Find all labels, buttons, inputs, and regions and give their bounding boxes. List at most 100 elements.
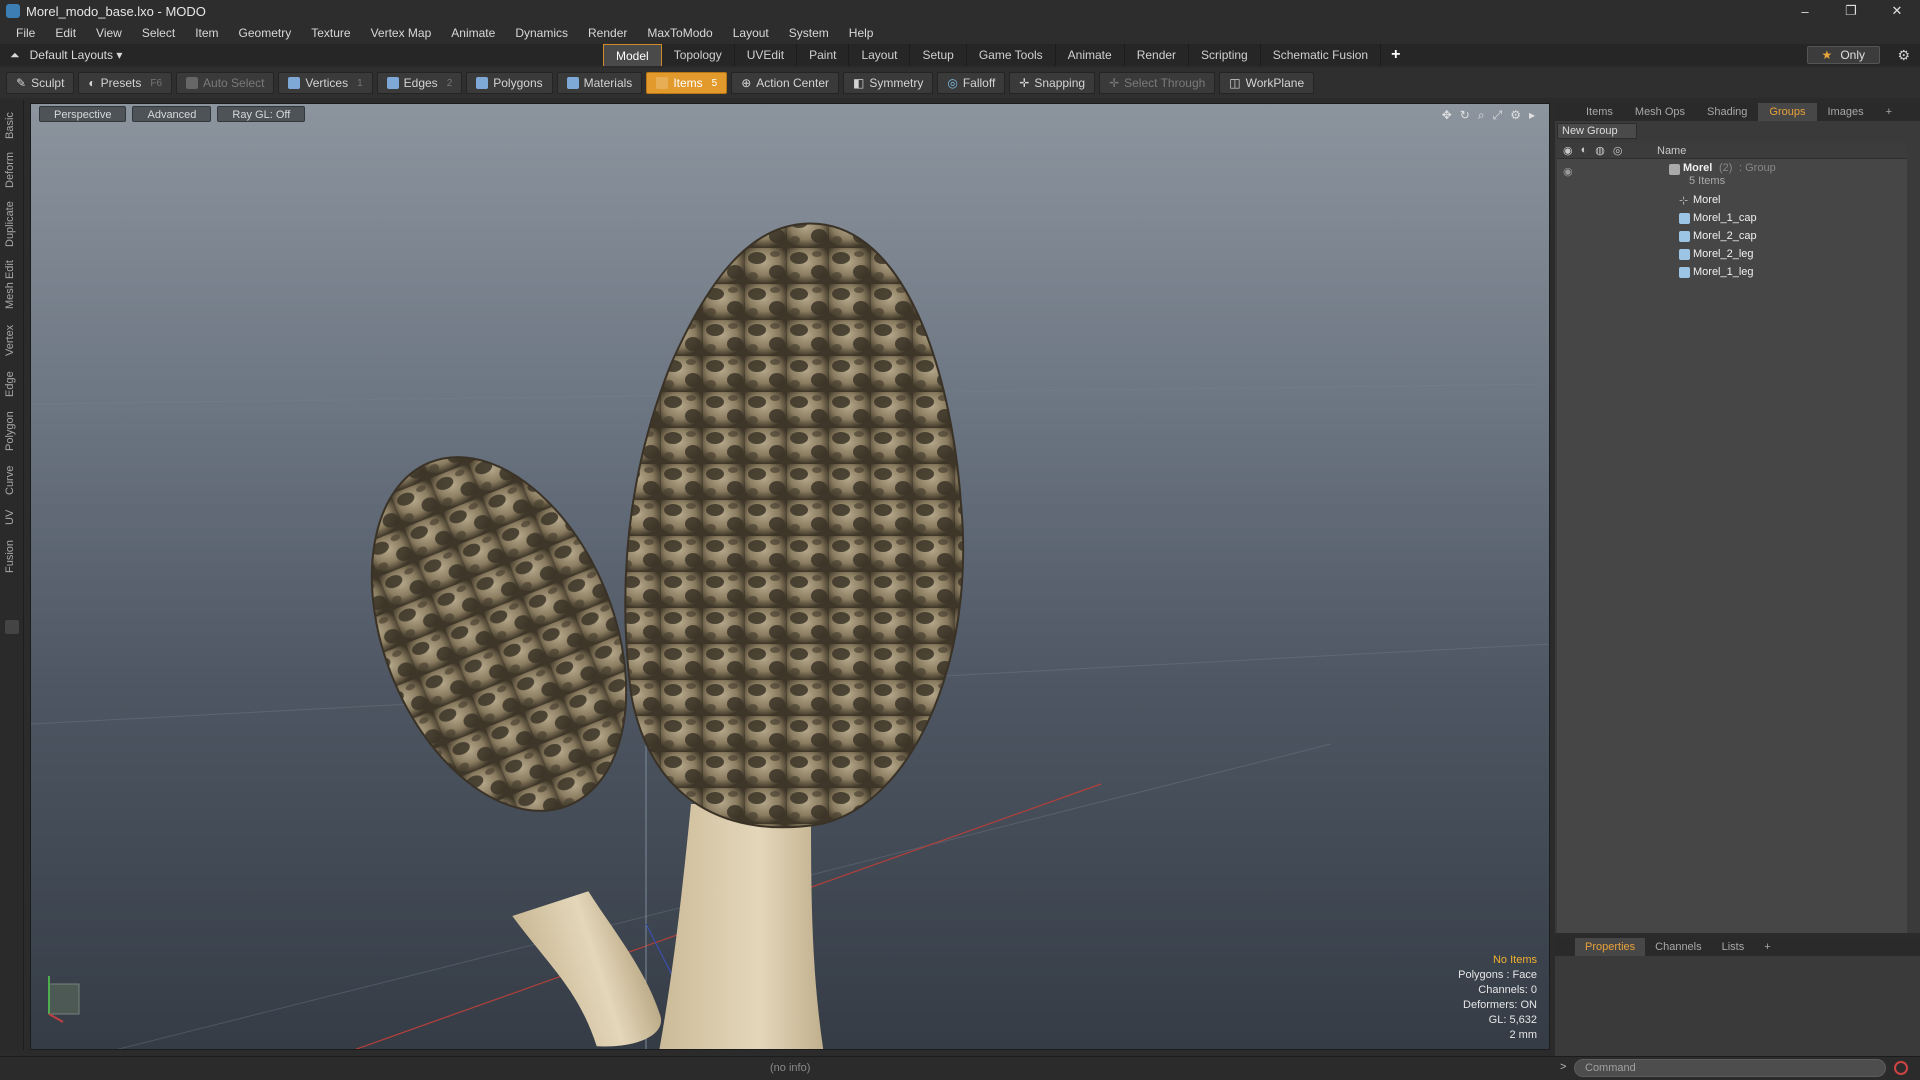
tab-shading[interactable]: Shading [1696, 103, 1758, 121]
menu-bar: File Edit View Select Item Geometry Text… [0, 22, 1920, 44]
workplane-button[interactable]: ◫ WorkPlane [1219, 72, 1315, 94]
ray-gl-toggle[interactable]: Ray GL: Off [217, 106, 306, 122]
menu-render[interactable]: Render [578, 26, 637, 40]
snapping-button[interactable]: ✛ Snapping [1009, 72, 1096, 94]
edges-button[interactable]: Edges 2 [376, 72, 463, 94]
visibility-eye-icon[interactable]: ◉ [1563, 165, 1573, 178]
add-properties-tab-button[interactable]: + [1754, 938, 1780, 956]
tab-deform[interactable]: Deform [4, 148, 20, 192]
tab-lists[interactable]: Lists [1712, 938, 1755, 956]
tab-uv[interactable]: UV [4, 504, 20, 530]
tree-item-morel-2-cap[interactable]: Morel_2_cap [1557, 227, 1907, 245]
clear-command-icon[interactable] [1894, 1061, 1908, 1075]
only-button[interactable]: ★ Only [1806, 46, 1880, 64]
render-icon[interactable]: ◐ [1581, 144, 1588, 157]
group-row-morel[interactable]: ◉ Morel (2) : Group 5 Items [1557, 161, 1907, 189]
menu-edit[interactable]: Edit [45, 26, 86, 40]
menu-system[interactable]: System [779, 26, 839, 40]
tab-duplicate[interactable]: Duplicate [4, 196, 20, 252]
tab-topology[interactable]: Topology [662, 44, 735, 66]
action-center-button[interactable]: ⊕ Action Center [731, 72, 839, 94]
menu-dynamics[interactable]: Dynamics [505, 26, 578, 40]
symmetry-button[interactable]: ◧ Symmetry [842, 72, 934, 94]
tree-item-morel-1-cap[interactable]: Morel_1_cap [1557, 209, 1907, 227]
expand-icon[interactable] [5, 620, 19, 634]
falloff-button[interactable]: ◎ Falloff [937, 72, 1006, 94]
lock-icon[interactable]: ◍ [1595, 144, 1605, 157]
menu-layout[interactable]: Layout [723, 26, 779, 40]
tab-layout[interactable]: Layout [849, 44, 911, 66]
eye-icon[interactable]: ◉ [1563, 144, 1573, 157]
tab-images[interactable]: Images [1817, 103, 1875, 121]
name-column-header[interactable]: Name [1657, 145, 1686, 157]
tab-groups[interactable]: Groups [1758, 103, 1817, 121]
tree-item-morel-1-leg[interactable]: Morel_1_leg [1557, 263, 1907, 281]
menu-view[interactable]: View [86, 26, 132, 40]
tab-curve[interactable]: Curve [4, 460, 20, 500]
menu-animate[interactable]: Animate [441, 26, 505, 40]
tab-mesh-ops[interactable]: Mesh Ops [1624, 103, 1696, 121]
view-type-dropdown[interactable]: Perspective [39, 106, 127, 122]
menu-geometry[interactable]: Geometry [229, 26, 302, 40]
rotate-icon[interactable]: ↻ [1460, 108, 1470, 123]
tab-properties[interactable]: Properties [1575, 938, 1646, 956]
tab-animate[interactable]: Animate [1056, 44, 1125, 66]
3d-viewport[interactable]: Perspective Advanced Ray GL: Off ✥ ↻ ⌕ ⤢… [30, 103, 1550, 1050]
polygons-label: Polygons [493, 76, 543, 90]
tab-items[interactable]: Items [1575, 103, 1624, 121]
auto-select-button[interactable]: Auto Select [176, 72, 275, 94]
brush-icon: ✎ [16, 76, 27, 90]
tab-edge[interactable]: Edge [4, 366, 20, 402]
tab-mesh-edit[interactable]: Mesh Edit [4, 256, 20, 314]
vertices-button[interactable]: Vertices 1 [278, 72, 373, 94]
zoom-icon[interactable]: ⌕ [1478, 108, 1485, 123]
gear-icon[interactable]: ⚙ [1897, 47, 1910, 64]
materials-button[interactable]: Materials [556, 72, 643, 94]
new-group-button[interactable]: New Group [1557, 123, 1637, 139]
tab-schematic-fusion[interactable]: Schematic Fusion [1261, 44, 1382, 66]
group-icon [1669, 164, 1680, 175]
tab-vertex[interactable]: Vertex [4, 318, 20, 362]
tab-paint[interactable]: Paint [797, 44, 850, 66]
add-panel-tab-button[interactable]: + [1875, 103, 1903, 121]
tab-model[interactable]: Model [603, 44, 662, 66]
tree-item-morel[interactable]: ⊹ Morel [1557, 191, 1907, 209]
polygons-button[interactable]: Polygons [466, 72, 553, 94]
tab-polygon[interactable]: Polygon [4, 406, 20, 456]
tab-render[interactable]: Render [1125, 44, 1190, 66]
menu-file[interactable]: File [6, 26, 45, 40]
falloff-icon: ◎ [947, 76, 958, 90]
menu-maxtomodo[interactable]: MaxToModo [637, 26, 722, 40]
fit-icon[interactable]: ⤢ [1493, 108, 1503, 123]
tab-basic[interactable]: Basic [4, 108, 20, 144]
tab-fusion[interactable]: Fusion [4, 534, 20, 578]
tab-uvedit[interactable]: UVEdit [735, 44, 798, 66]
menu-select[interactable]: Select [132, 26, 185, 40]
viewport-menu-icon[interactable]: ▸ [1529, 108, 1535, 123]
menu-help[interactable]: Help [839, 26, 884, 40]
items-label: Items [673, 76, 703, 90]
pan-icon[interactable]: ✥ [1442, 108, 1452, 123]
menu-texture[interactable]: Texture [301, 26, 360, 40]
shading-mode-dropdown[interactable]: Advanced [132, 106, 212, 122]
select-icon[interactable]: ◎ [1613, 144, 1623, 157]
layout-selector[interactable]: ⏶ Default Layouts ▾ [10, 48, 122, 63]
items-button[interactable]: Items 5 [646, 72, 728, 94]
command-input[interactable]: Command [1574, 1059, 1886, 1077]
presets-button[interactable]: ◐ Presets F6 [78, 72, 173, 94]
select-through-button[interactable]: ✛ Select Through [1099, 72, 1216, 94]
axis-gizmo [48, 976, 80, 1023]
tab-channels[interactable]: Channels [1645, 938, 1711, 956]
maximize-button[interactable]: ❐ [1828, 0, 1874, 22]
tree-item-morel-2-leg[interactable]: Morel_2_leg [1557, 245, 1907, 263]
menu-item[interactable]: Item [185, 26, 228, 40]
tab-setup[interactable]: Setup [910, 44, 967, 66]
tab-scripting[interactable]: Scripting [1189, 44, 1261, 66]
sculpt-button[interactable]: ✎ Sculpt [6, 72, 75, 94]
viewport-settings-icon[interactable]: ⚙ [1510, 108, 1521, 123]
tab-game-tools[interactable]: Game Tools [967, 44, 1056, 66]
menu-vertex-map[interactable]: Vertex Map [361, 26, 442, 40]
add-tab-button[interactable]: + [1381, 44, 1410, 66]
minimize-button[interactable]: – [1782, 0, 1828, 22]
close-button[interactable]: ✕ [1874, 0, 1920, 22]
